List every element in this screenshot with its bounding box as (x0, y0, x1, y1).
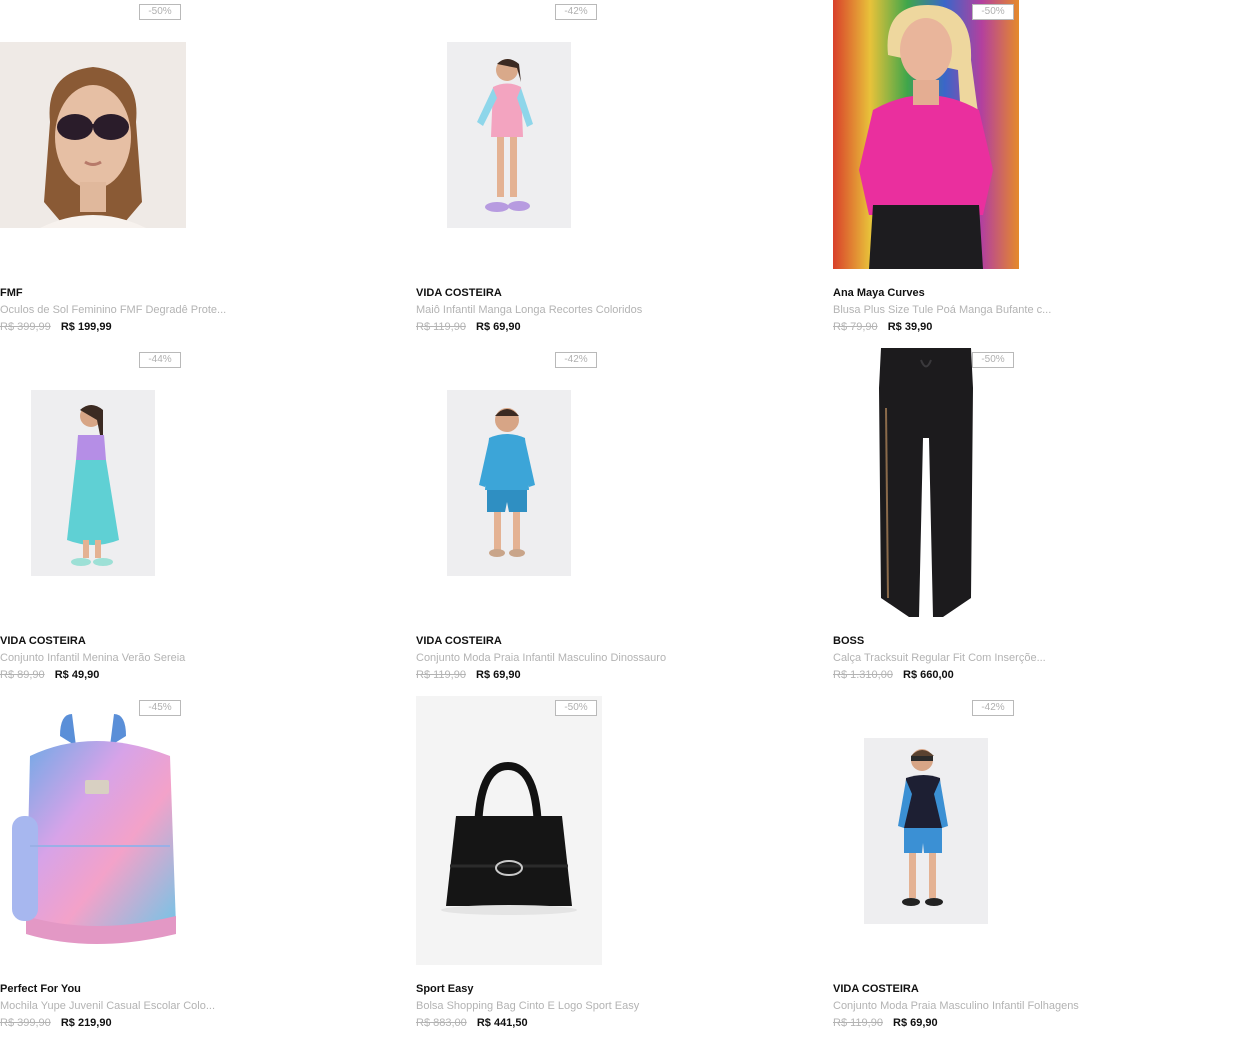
product-prices: R$ 89,90 R$ 49,90 (0, 669, 99, 681)
old-price: R$ 89,90 (0, 669, 45, 681)
girl-swimsuit-photo[interactable] (447, 42, 571, 228)
product-image-area[interactable]: -42% (416, 0, 602, 270)
discount-badge: -42% (555, 352, 597, 368)
product-image-area[interactable]: -42% (833, 696, 1019, 966)
black-pants-photo[interactable] (833, 348, 1019, 617)
product-name[interactable]: Bolsa Shopping Bag Cinto E Logo Sport Ea… (416, 1000, 639, 1012)
current-price: R$ 69,90 (893, 1017, 938, 1029)
product-name[interactable]: Conjunto Infantil Menina Verão Sereia (0, 652, 185, 664)
product-prices: R$ 883,00 R$ 441,50 (416, 1017, 528, 1029)
old-price: R$ 883,00 (416, 1017, 467, 1029)
product-prices: R$ 119,90 R$ 69,90 (416, 669, 521, 681)
product-image-area[interactable]: -44% (0, 348, 186, 618)
product-brand[interactable]: Ana Maya Curves (833, 287, 925, 299)
product-card[interactable]: -50% BOSS Calça Tracksuit Regular Fit Co… (833, 348, 1249, 695)
current-price: R$ 69,90 (476, 321, 521, 333)
discount-badge: -50% (972, 352, 1014, 368)
product-prices: R$ 119,90 R$ 69,90 (416, 321, 521, 333)
product-card[interactable]: -42% VIDA COSTEIRA Conjunto Moda Praia M… (833, 696, 1249, 1043)
black-handbag-photo[interactable] (416, 696, 602, 965)
product-card[interactable]: -50% Sport Easy Bolsa Shopping Bag Cinto… (416, 696, 832, 1043)
product-prices: R$ 119,90 R$ 69,90 (833, 1017, 938, 1029)
product-card[interactable]: -45% Perfect For You Mochila Yupe Juveni… (0, 696, 416, 1043)
product-name[interactable]: Maiô Infantil Manga Longa Recortes Color… (416, 304, 642, 316)
product-image-area[interactable]: -45% (0, 696, 186, 966)
current-price: R$ 219,90 (60, 1017, 112, 1029)
product-image-area[interactable]: -50% (0, 0, 186, 270)
current-price: R$ 441,50 (476, 1017, 528, 1029)
product-card[interactable]: -50% Ana Maya Curves Blusa Plus Size Tul… (833, 0, 1249, 347)
product-prices: R$ 1.310,00 R$ 660,00 (833, 669, 954, 681)
product-image-area[interactable]: -50% (833, 348, 1019, 618)
sunglasses-woman-photo[interactable] (0, 42, 186, 228)
product-card[interactable]: -44% VIDA COSTEIRA Conjunto Infantil Men… (0, 348, 416, 695)
product-brand[interactable]: Perfect For You (0, 983, 81, 995)
product-name[interactable]: Blusa Plus Size Tule Poá Manga Bufante c… (833, 304, 1051, 316)
discount-badge: -50% (555, 700, 597, 716)
product-image-area[interactable]: -42% (416, 348, 602, 618)
product-name[interactable]: Conjunto Moda Praia Masculino Infantil F… (833, 1000, 1079, 1012)
old-price: R$ 119,90 (833, 1017, 883, 1029)
current-price: R$ 660,00 (903, 669, 954, 681)
boy-beachwear-photo[interactable] (447, 390, 571, 576)
old-price: R$ 399,99 (0, 321, 51, 333)
product-brand[interactable]: FMF (0, 287, 23, 299)
old-price: R$ 1.310,00 (833, 669, 893, 681)
product-brand[interactable]: Sport Easy (416, 983, 473, 995)
product-card[interactable]: -42% VIDA COSTEIRA Conjunto Moda Praia I… (416, 348, 832, 695)
product-card[interactable]: -42% VIDA COSTEIRA Maiô Infantil Manga L… (416, 0, 832, 347)
product-card[interactable]: -50% FMF Oculos de Sol Feminino FMF Degr… (0, 0, 416, 347)
discount-badge: -45% (139, 700, 181, 716)
discount-badge: -50% (972, 4, 1014, 20)
discount-badge: -44% (139, 352, 181, 368)
discount-badge: -42% (972, 700, 1014, 716)
product-name[interactable]: Mochila Yupe Juvenil Casual Escolar Colo… (0, 1000, 215, 1012)
current-price: R$ 69,90 (476, 669, 521, 681)
product-name[interactable]: Oculos de Sol Feminino FMF Degradê Prote… (0, 304, 226, 316)
product-name[interactable]: Calça Tracksuit Regular Fit Com Inserçõe… (833, 652, 1046, 664)
pink-blouse-model-photo[interactable] (833, 0, 1019, 269)
old-price: R$ 79,90 (833, 321, 878, 333)
old-price: R$ 119,90 (416, 321, 466, 333)
product-brand[interactable]: BOSS (833, 635, 864, 647)
current-price: R$ 199,99 (60, 321, 112, 333)
product-brand[interactable]: VIDA COSTEIRA (416, 287, 502, 299)
product-prices: R$ 399,99 R$ 199,99 (0, 321, 112, 333)
product-grid: -50% FMF Oculos de Sol Feminino FMF Degr… (0, 0, 1250, 1043)
boy-rashguard-photo[interactable] (864, 738, 988, 924)
product-prices: R$ 399,90 R$ 219,90 (0, 1017, 112, 1029)
old-price: R$ 119,90 (416, 669, 466, 681)
product-image-area[interactable]: -50% (416, 696, 602, 966)
product-brand[interactable]: VIDA COSTEIRA (833, 983, 919, 995)
discount-badge: -50% (139, 4, 181, 20)
current-price: R$ 49,90 (54, 669, 100, 681)
discount-badge: -42% (555, 4, 597, 20)
old-price: R$ 399,90 (0, 1017, 51, 1029)
product-brand[interactable]: VIDA COSTEIRA (416, 635, 502, 647)
product-brand[interactable]: VIDA COSTEIRA (0, 635, 86, 647)
girl-mermaid-dress-photo[interactable] (31, 390, 155, 576)
product-image-area[interactable]: -50% (833, 0, 1019, 270)
current-price: R$ 39,90 (887, 321, 933, 333)
product-name[interactable]: Conjunto Moda Praia Infantil Masculino D… (416, 652, 666, 664)
tie-dye-backpack-photo[interactable] (0, 696, 186, 965)
product-prices: R$ 79,90 R$ 39,90 (833, 321, 932, 333)
